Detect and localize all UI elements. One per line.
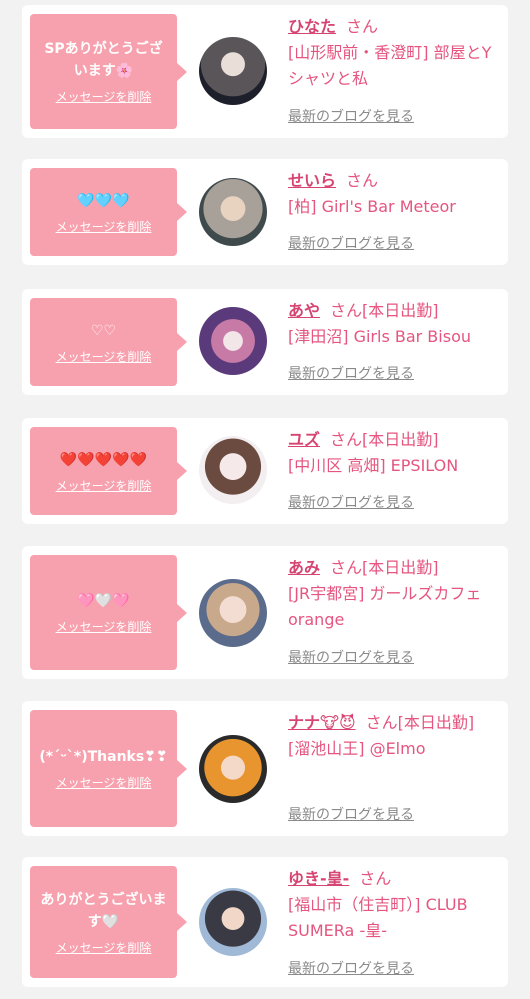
avatar[interactable] — [199, 735, 267, 803]
delete-message-link[interactable]: メッセージを削除 — [56, 774, 152, 791]
avatar[interactable] — [199, 37, 267, 105]
message-bubble: 🩷🤍🩷 メッセージを削除 — [30, 555, 187, 670]
message-card: ♡♡ メッセージを削除 あや さん[本日出勤] [津田沼] Girls Bar B… — [22, 289, 508, 395]
latest-blog-link[interactable]: 最新のブログを見る — [288, 364, 414, 384]
honorific-status: さん[本日出勤] — [330, 430, 439, 449]
shop-info: [中川区 高畑] EPSILON — [288, 456, 459, 475]
cast-name-link[interactable]: ひなた — [288, 17, 336, 36]
message-bubble: ありがとうございます🤍 メッセージを削除 — [30, 866, 187, 978]
cast-name-link[interactable]: あみ — [288, 558, 320, 577]
latest-blog-link[interactable]: 最新のブログを見る — [288, 234, 414, 254]
cast-name-link[interactable]: ゆき-皇- — [288, 869, 349, 888]
delete-message-link[interactable]: メッセージを削除 — [56, 218, 152, 235]
message-bubble: (*ˊᵕˋ*)Thanks❣❣ メッセージを削除 — [30, 710, 187, 827]
avatar[interactable] — [199, 579, 267, 647]
message-bubble: ❤️❤️❤️❤️❤️ メッセージを削除 — [30, 427, 187, 515]
message-text: ありがとうございます🤍 — [40, 891, 167, 930]
honorific-status: さん — [359, 869, 392, 888]
message-bubble: ♡♡ メッセージを削除 — [30, 298, 187, 386]
shop-info: [溜池山王] @Elmo — [288, 739, 426, 758]
message-bubble: 🩵🩵🩵 メッセージを削除 — [30, 168, 187, 256]
latest-blog-link[interactable]: 最新のブログを見る — [288, 107, 414, 127]
shop-info: [山形駅前・香澄町] 部屋とYシャツと私 — [288, 43, 492, 88]
avatar[interactable] — [199, 888, 267, 956]
avatar[interactable] — [199, 436, 267, 504]
message-text: SPありがとうございます🌸 — [44, 41, 163, 79]
shop-info: [JR宇都宮] ガールズカフェ orange — [288, 584, 482, 629]
shop-info: [柏] Girl's Bar Meteor — [288, 197, 456, 216]
delete-message-link[interactable]: メッセージを削除 — [56, 939, 152, 956]
message-card: (*ˊᵕˋ*)Thanks❣❣ メッセージを削除 ナナ🐮😈 さん[本日出勤] [溜… — [22, 701, 508, 836]
message-text: (*ˊᵕˋ*)Thanks❣❣ — [39, 749, 168, 765]
message-card: ❤️❤️❤️❤️❤️ メッセージを削除 ユズ さん[本日出勤] [中川区 高畑] … — [22, 418, 508, 524]
message-bubble: SPありがとうございます🌸 メッセージを削除 — [30, 14, 187, 129]
delete-message-link[interactable]: メッセージを削除 — [56, 88, 152, 105]
latest-blog-link[interactable]: 最新のブログを見る — [288, 959, 414, 979]
latest-blog-link[interactable]: 最新のブログを見る — [288, 805, 414, 825]
honorific-status: さん[本日出勤] — [330, 301, 439, 320]
delete-message-link[interactable]: メッセージを削除 — [56, 477, 152, 494]
message-text: ❤️❤️❤️❤️❤️ — [59, 451, 148, 468]
honorific-status: さん[本日出勤] — [365, 713, 475, 732]
message-text: ♡♡ — [90, 322, 117, 339]
cast-name-link[interactable]: せいら — [288, 171, 336, 190]
delete-message-link[interactable]: メッセージを削除 — [56, 618, 152, 635]
latest-blog-link[interactable]: 最新のブログを見る — [288, 493, 414, 513]
message-card: SPありがとうございます🌸 メッセージを削除 ひなた さん [山形駅前・香澄町] … — [22, 5, 508, 138]
shop-info: [津田沼] Girls Bar Bisou — [288, 327, 471, 346]
cast-name-link[interactable]: あや — [288, 301, 320, 320]
avatar[interactable] — [199, 307, 267, 375]
message-card: ありがとうございます🤍 メッセージを削除 ゆき-皇- さん [福山市（住吉町）] … — [22, 857, 508, 987]
cast-name-link[interactable]: ナナ🐮😈 — [288, 713, 356, 732]
honorific-status: さん — [346, 171, 379, 190]
message-list: SPありがとうございます🌸 メッセージを削除 ひなた さん [山形駅前・香澄町] … — [0, 0, 530, 999]
cast-name-link[interactable]: ユズ — [288, 430, 320, 449]
message-text: 🩷🤍🩷 — [77, 593, 130, 609]
shop-info: [福山市（住吉町）] CLUB SUMERa -皇- — [288, 895, 468, 940]
message-text: 🩵🩵🩵 — [77, 192, 130, 209]
avatar[interactable] — [199, 178, 267, 246]
delete-message-link[interactable]: メッセージを削除 — [56, 348, 152, 365]
latest-blog-link[interactable]: 最新のブログを見る — [288, 648, 414, 668]
honorific-status: さん — [346, 17, 379, 36]
message-card: 🩵🩵🩵 メッセージを削除 せいら さん [柏] Girl's Bar Meteor… — [22, 159, 508, 265]
honorific-status: さん[本日出勤] — [330, 558, 439, 577]
message-card: 🩷🤍🩷 メッセージを削除 あみ さん[本日出勤] [JR宇都宮] ガールズカフェ … — [22, 546, 508, 679]
